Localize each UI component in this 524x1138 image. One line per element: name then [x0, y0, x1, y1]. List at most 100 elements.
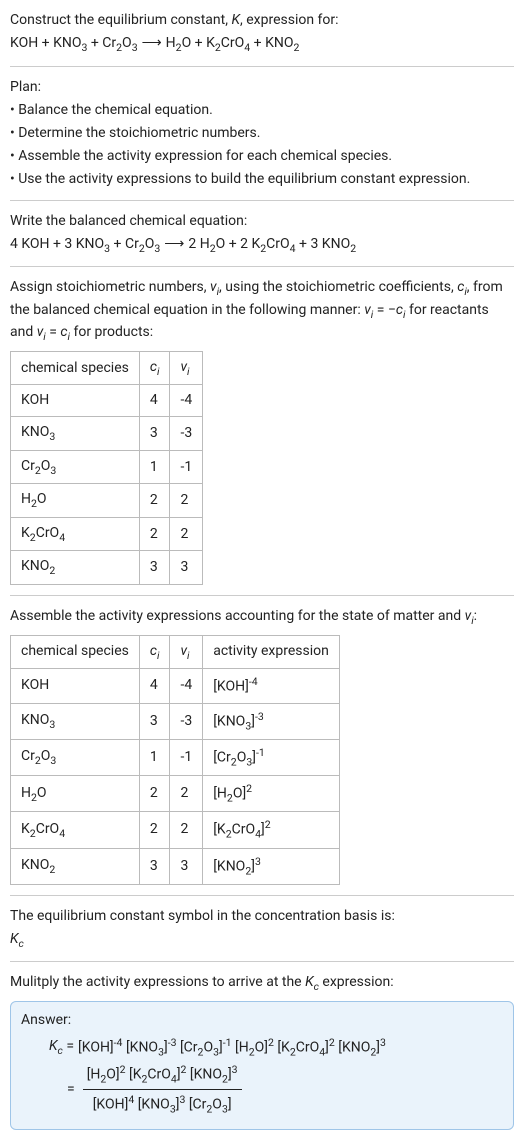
table-row: H2O22: [11, 484, 203, 518]
cell-vi: 3: [170, 848, 203, 884]
answer-label: Answer:: [21, 1010, 503, 1031]
table-row: KNO233: [11, 551, 203, 585]
cell-species: Cr2O3: [11, 450, 140, 484]
cell-activity: [KNO3]-3: [203, 703, 340, 739]
kc-eq: Kc =: [49, 1036, 74, 1059]
plan-item: • Determine the stoichiometric numbers.: [10, 123, 514, 144]
balanced-heading: Write the balanced chemical equation:: [10, 211, 514, 232]
cell-vi: 3: [170, 551, 203, 585]
th-vi: νi: [170, 635, 203, 669]
cell-species: KNO3: [11, 703, 140, 739]
divider: [10, 200, 514, 201]
cell-vi: 2: [170, 812, 203, 848]
cell-ci: 3: [139, 848, 170, 884]
intro: Construct the equilibrium constant, K, e…: [10, 10, 514, 31]
cell-activity: [KNO2]3: [203, 848, 340, 884]
cell-ci: 2: [139, 484, 170, 518]
th-ci: ci: [139, 635, 170, 669]
equals-2: =: [67, 1079, 75, 1100]
answer-box: Answer: Kc = [KOH]-4 [KNO3]-3 [Cr2O3]-1 …: [10, 1001, 514, 1131]
intro-part-b: , expression for:: [240, 12, 339, 28]
cell-species: H2O: [11, 776, 140, 812]
fraction-denominator: [KOH]4 [KNO3]3 [Cr2O3]: [83, 1090, 242, 1117]
answer-line-1: Kc = [KOH]-4 [KNO3]-3 [Cr2O3]-1 [H2O]2 […: [49, 1035, 503, 1060]
assemble-heading: Assemble the activity expressions accoun…: [10, 606, 514, 629]
symbol-line: The equilibrium constant symbol in the c…: [10, 906, 514, 927]
stoich-table: chemical species ci νi KOH4-4KNO33-3Cr2O…: [10, 351, 203, 585]
cell-ci: 3: [139, 417, 170, 451]
eq-products-c: ci: [60, 324, 70, 340]
cell-species: H2O: [11, 484, 140, 518]
cell-ci: 2: [139, 776, 170, 812]
th-species: chemical species: [11, 635, 140, 669]
cell-species: KNO2: [11, 551, 140, 585]
plan-item: • Use the activity expressions to build …: [10, 169, 514, 190]
multiply-line: Mulitply the activity expressions to arr…: [10, 972, 514, 995]
assign-t2: , using the stoichiometric coefficients,: [219, 279, 457, 295]
table-row: KNO33-3[KNO3]-3: [11, 703, 340, 739]
assemble-b: :: [474, 608, 477, 624]
cell-species: KNO3: [11, 417, 140, 451]
cell-vi: -4: [170, 385, 203, 417]
balanced-equation: 4 KOH + 3 KNO3 + Cr2O3⟶2 H2O + 2 K2CrO4 …: [10, 234, 514, 257]
divider: [10, 266, 514, 267]
plan-list: • Balance the chemical equation.• Determ…: [10, 100, 514, 190]
table-row: KNO33-3: [11, 417, 203, 451]
assign-t5: for products:: [70, 324, 153, 340]
table-row: K2CrO422: [11, 517, 203, 551]
cell-ci: 1: [139, 739, 170, 775]
plan-heading: Plan:: [10, 77, 514, 98]
fraction-numerator: [H2O]2 [K2CrO4]2 [KNO2]3: [83, 1062, 242, 1090]
symbol-vi: νi: [210, 279, 219, 295]
cell-vi: -1: [170, 450, 203, 484]
cell-activity: [K2CrO4]2: [203, 812, 340, 848]
table-row: Cr2O31-1: [11, 450, 203, 484]
symbol-vi-2: νi: [465, 608, 474, 624]
cell-species: K2CrO4: [11, 812, 140, 848]
table-row: K2CrO422[K2CrO4]2: [11, 812, 340, 848]
cell-vi: -3: [170, 417, 203, 451]
cell-vi: -4: [170, 669, 203, 704]
cell-vi: -3: [170, 703, 203, 739]
cell-activity: [Cr2O3]-1: [203, 739, 340, 775]
cell-activity: [KOH]-4: [203, 669, 340, 704]
multiply-a: Mulitply the activity expressions to arr…: [10, 974, 305, 990]
cell-vi: 2: [170, 776, 203, 812]
symbol-K: K: [231, 12, 240, 28]
table-row: Cr2O31-1[Cr2O3]-1: [11, 739, 340, 775]
divider: [10, 961, 514, 962]
table-row: H2O22[H2O]2: [11, 776, 340, 812]
assign-t1: Assign stoichiometric numbers,: [10, 279, 210, 295]
eq-products: νi: [37, 324, 46, 340]
cell-species: KOH: [11, 385, 140, 417]
cell-species: KNO2: [11, 848, 140, 884]
table-row: KNO233[KNO2]3: [11, 848, 340, 884]
cell-vi: 2: [170, 484, 203, 518]
cell-ci: 2: [139, 812, 170, 848]
cell-ci: 2: [139, 517, 170, 551]
cell-vi: -1: [170, 739, 203, 775]
eq-reactants-c: ci: [396, 302, 406, 318]
divider: [10, 595, 514, 596]
cell-ci: 1: [139, 450, 170, 484]
th-activity: activity expression: [203, 635, 340, 669]
symbol-ci: ci: [457, 279, 467, 295]
table-header-row: chemical species ci νi activity expressi…: [11, 635, 340, 669]
kc-inline: Kc: [305, 974, 319, 990]
unbalanced-equation: KOH + KNO3 + Cr2O3⟶H2O + K2CrO4 + KNO2: [10, 33, 514, 56]
th-ci: ci: [139, 351, 170, 385]
intro-part-a: Construct the equilibrium constant,: [10, 12, 231, 28]
cell-ci: 3: [139, 703, 170, 739]
table-header-row: chemical species ci νi: [11, 351, 203, 385]
plan-item: • Balance the chemical equation.: [10, 100, 514, 121]
table-row: KOH4-4[KOH]-4: [11, 669, 340, 704]
th-vi: νi: [170, 351, 203, 385]
answer-product-terms: [KOH]-4 [KNO3]-3 [Cr2O3]-1 [H2O]2 [K2CrO…: [78, 1035, 386, 1060]
cell-species: Cr2O3: [11, 739, 140, 775]
kc-symbol: Kc: [10, 929, 514, 952]
activity-table: chemical species ci νi activity expressi…: [10, 635, 340, 885]
cell-species: K2CrO4: [11, 517, 140, 551]
assemble-a: Assemble the activity expressions accoun…: [10, 608, 465, 624]
plan-item: • Assemble the activity expression for e…: [10, 146, 514, 167]
divider: [10, 895, 514, 896]
